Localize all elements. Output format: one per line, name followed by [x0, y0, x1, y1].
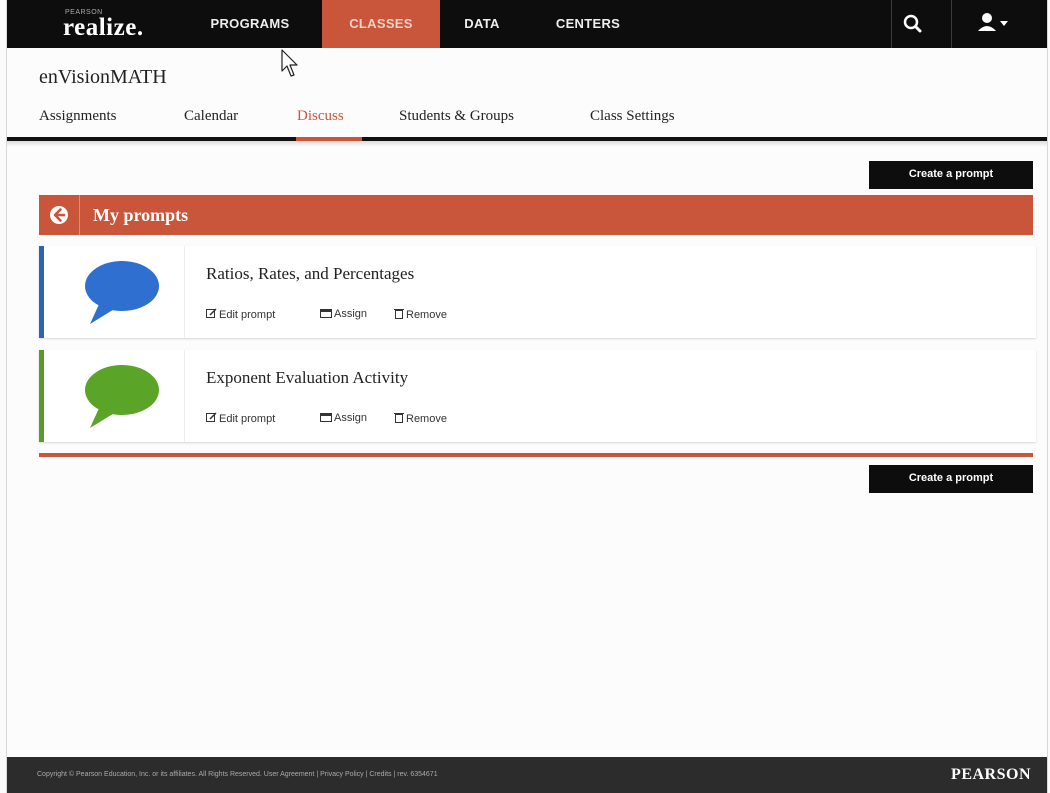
prompt-card: Exponent Evaluation Activity Edit prompt… — [39, 350, 1036, 442]
tab-calendar[interactable]: Calendar — [184, 108, 238, 125]
my-prompts-title: My prompts — [93, 205, 189, 225]
tab-bar-shadow — [7, 141, 1047, 147]
edit-icon — [206, 412, 217, 422]
edit-icon — [206, 308, 217, 318]
logo-word: realize. — [63, 14, 144, 41]
search-button[interactable] — [891, 0, 935, 48]
top-nav: PEARSON realize. PROGRAMS CLASSES DATA C… — [7, 0, 1047, 48]
back-button[interactable] — [39, 195, 80, 235]
search-icon — [903, 14, 922, 33]
my-prompts-header: My prompts — [39, 195, 1033, 235]
tab-students-groups[interactable]: Students & Groups — [399, 108, 514, 125]
mouse-cursor-icon — [281, 49, 298, 77]
remove-link[interactable]: Remove — [394, 308, 447, 321]
copyright-text: Copyright © Pearson Education, Inc. or i… — [37, 771, 438, 778]
tab-class-settings[interactable]: Class Settings — [590, 108, 675, 125]
prompt-card: Ratios, Rates, and Percentages Edit prom… — [39, 246, 1036, 338]
footer: Copyright © Pearson Education, Inc. or i… — [7, 757, 1047, 793]
tab-assignments[interactable]: Assignments — [39, 108, 117, 125]
nav-centers[interactable]: CENTERS — [547, 0, 629, 48]
create-prompt-button-bottom[interactable]: Create a prompt — [869, 465, 1033, 493]
prompt-icon-cell — [44, 246, 185, 338]
app-window: PEARSON realize. PROGRAMS CLASSES DATA C… — [6, 0, 1048, 793]
nav-classes[interactable]: CLASSES — [322, 0, 440, 48]
edit-prompt-label: Edit prompt — [219, 413, 276, 425]
assign-icon — [320, 309, 332, 318]
remove-link[interactable]: Remove — [394, 412, 447, 425]
nav-data[interactable]: DATA — [452, 0, 512, 48]
assign-icon — [320, 413, 332, 422]
remove-label: Remove — [406, 309, 447, 321]
edit-prompt-link[interactable]: Edit prompt — [206, 308, 275, 321]
realize-logo[interactable]: PEARSON realize. — [37, 6, 167, 44]
create-prompt-button[interactable]: Create a prompt — [869, 161, 1033, 189]
remove-label: Remove — [406, 413, 447, 425]
user-icon — [978, 13, 1008, 31]
prompts-bottom-divider — [39, 453, 1033, 457]
chevron-down-icon — [1000, 21, 1008, 26]
speech-bubble-icon — [85, 261, 159, 324]
prompt-icon-cell — [44, 350, 185, 442]
nav-divider — [951, 0, 952, 48]
speech-bubble-icon — [85, 365, 159, 428]
trash-icon — [394, 309, 404, 319]
assign-label: Assign — [334, 308, 368, 320]
prompt-title[interactable]: Ratios, Rates, and Percentages — [206, 264, 414, 284]
pearson-logo: PEARSON — [951, 766, 1031, 783]
back-arrow-icon — [50, 206, 68, 224]
prompt-title[interactable]: Exponent Evaluation Activity — [206, 368, 408, 388]
assign-label: Assign — [334, 412, 368, 424]
trash-icon — [394, 413, 404, 423]
assign-link[interactable]: Assign — [320, 308, 367, 320]
edit-prompt-label: Edit prompt — [219, 309, 276, 321]
nav-programs[interactable]: PROGRAMS — [190, 0, 310, 48]
tab-discuss[interactable]: Discuss — [297, 108, 344, 125]
assign-link[interactable]: Assign — [320, 412, 367, 424]
edit-prompt-link[interactable]: Edit prompt — [206, 412, 275, 425]
class-title: enVisionMATH — [39, 66, 167, 88]
user-menu-button[interactable] — [965, 0, 1021, 48]
